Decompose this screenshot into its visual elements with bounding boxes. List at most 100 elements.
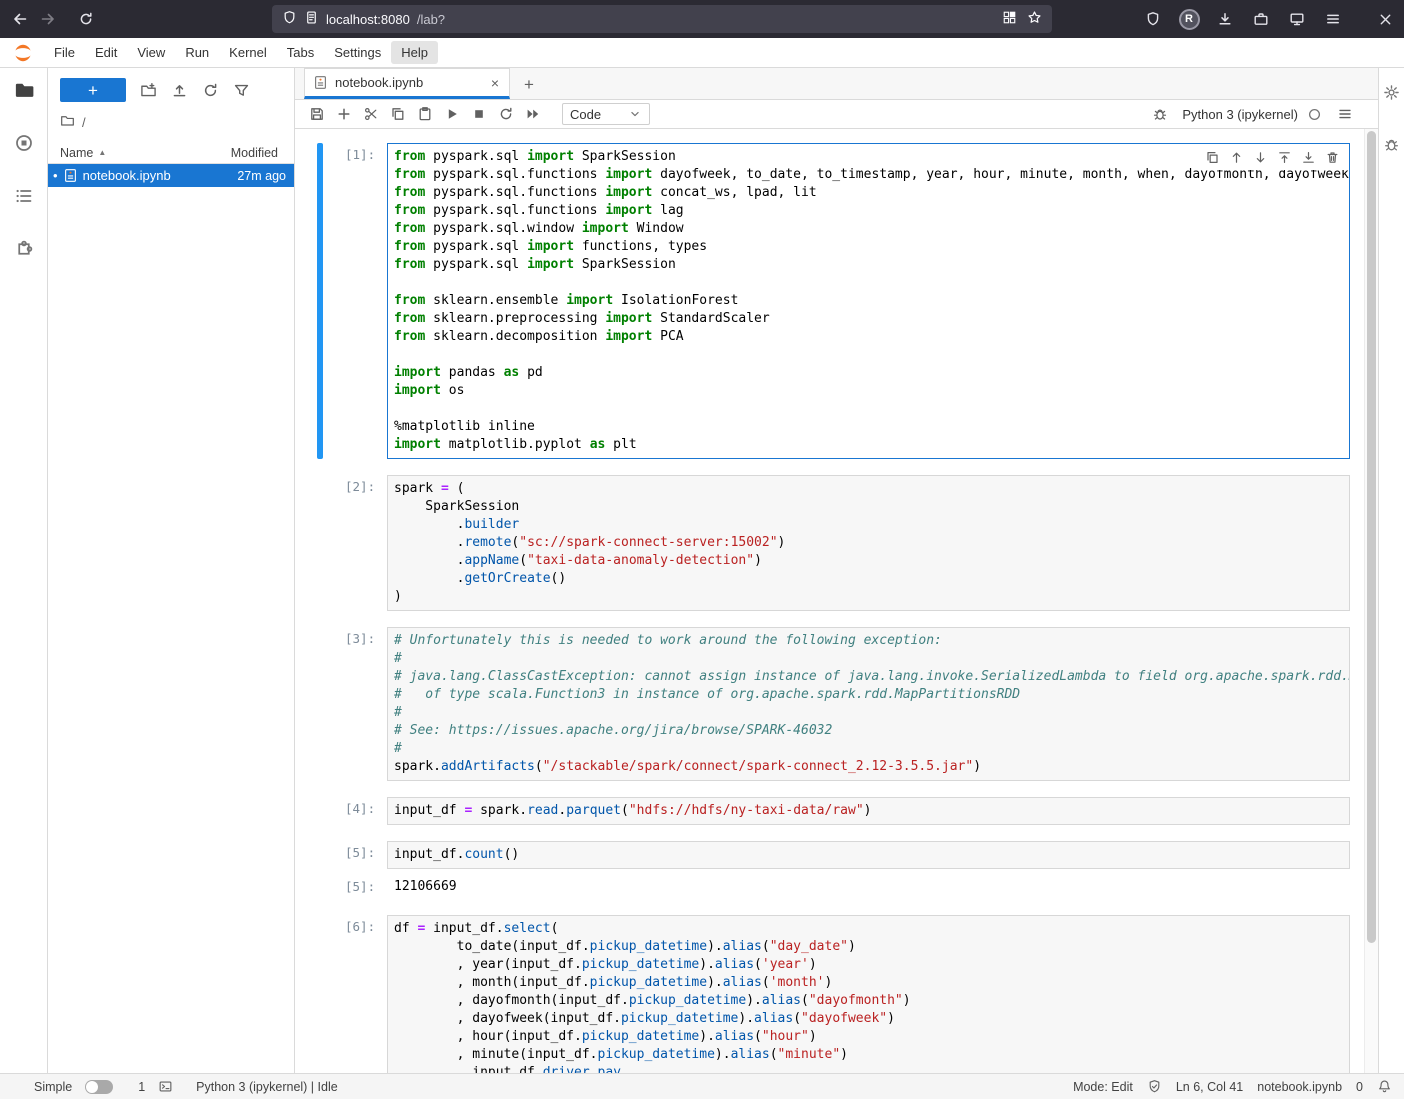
menu-file[interactable]: File — [44, 41, 85, 64]
app-menu-icon[interactable] — [1319, 5, 1347, 33]
new-folder-icon[interactable] — [139, 81, 157, 99]
bell-icon[interactable] — [1377, 1079, 1392, 1094]
menu-settings[interactable]: Settings — [324, 41, 391, 64]
stop-kernel-icon[interactable] — [465, 102, 492, 126]
url-bar[interactable]: localhost:8080/lab? — [272, 5, 1052, 33]
notebook-scrollbar[interactable] — [1364, 129, 1378, 1073]
forward-icon[interactable] — [34, 5, 62, 33]
duplicate-cell-icon[interactable] — [1202, 147, 1223, 168]
running-sessions-icon[interactable] — [10, 129, 38, 157]
new-tab-icon[interactable]: + — [514, 71, 544, 99]
scrollbar-thumb[interactable] — [1367, 131, 1376, 943]
left-sidebar — [0, 68, 48, 1073]
insert-cell-icon[interactable] — [330, 102, 357, 126]
tab-label: notebook.ipynb — [335, 75, 482, 90]
move-cell-down-icon[interactable] — [1250, 147, 1271, 168]
column-header-name[interactable]: Name — [60, 146, 93, 160]
restart-kernel-icon[interactable] — [492, 102, 519, 126]
tracking-shield-icon[interactable] — [282, 10, 297, 28]
cell-input-prompt: [5]: — [323, 841, 387, 869]
notification-count[interactable]: 0 — [1356, 1080, 1363, 1094]
menu-kernel[interactable]: Kernel — [219, 41, 277, 64]
cell-input-prompt: [2]: — [323, 475, 387, 611]
right-sidebar — [1378, 68, 1404, 1073]
menu-view[interactable]: View — [127, 41, 175, 64]
file-row-notebook[interactable]: • notebook.ipynb 27m ago — [48, 164, 294, 187]
menu-run[interactable]: Run — [175, 41, 219, 64]
simple-mode-toggle[interactable] — [85, 1080, 113, 1094]
toolbar-menu-icon[interactable] — [1331, 102, 1358, 126]
toggle-knob — [86, 1081, 98, 1093]
cell-editor[interactable]: from pyspark.sql import SparkSessionfrom… — [387, 143, 1350, 459]
file-browser-folder-icon[interactable] — [10, 76, 38, 104]
notebook-cell[interactable]: [5]:input_df.count() — [295, 841, 1378, 869]
column-header-modified[interactable]: Modified — [231, 146, 278, 160]
kernel-count[interactable]: 1 — [138, 1080, 145, 1094]
cell-editor[interactable]: # Unfortunately this is needed to work a… — [387, 627, 1350, 781]
restart-run-all-icon[interactable] — [519, 102, 546, 126]
run-cell-icon[interactable] — [438, 102, 465, 126]
simple-mode-label: Simple — [34, 1080, 72, 1094]
tab-close-icon[interactable]: × — [489, 75, 501, 91]
menu-edit[interactable]: Edit — [85, 41, 127, 64]
table-of-contents-icon[interactable] — [10, 182, 38, 210]
trust-shield-icon — [1147, 1079, 1162, 1094]
browser-chrome: localhost:8080/lab? R — [0, 0, 1404, 38]
tab-notebook[interactable]: notebook.ipynb × — [304, 68, 510, 99]
back-icon[interactable] — [6, 5, 34, 33]
notebook-file-icon — [313, 75, 328, 90]
filter-icon[interactable] — [232, 81, 250, 99]
extensions-puzzle-icon[interactable] — [10, 235, 38, 263]
notebook-cell[interactable]: [1]:from pyspark.sql import SparkSession… — [295, 143, 1378, 459]
menu-help[interactable]: Help — [391, 41, 438, 64]
notebook-cell[interactable]: [4]:input_df = spark.read.parquet("hdfs:… — [295, 797, 1378, 825]
statusbar: Simple 1 Python 3 (ipykernel) | Idle Mod… — [0, 1073, 1404, 1099]
copy-cell-icon[interactable] — [384, 102, 411, 126]
statusbar-filename: notebook.ipynb — [1257, 1080, 1342, 1094]
delete-cell-icon[interactable] — [1322, 147, 1343, 168]
save-icon[interactable] — [303, 102, 330, 126]
kernel-idle-circle-icon — [1307, 107, 1322, 122]
account-avatar[interactable]: R — [1175, 5, 1203, 33]
jupyter-logo-icon — [10, 40, 36, 66]
cell-editor[interactable]: spark = ( SparkSession .builder .remote(… — [387, 475, 1350, 611]
menu-tabs[interactable]: Tabs — [277, 41, 324, 64]
downloads-icon[interactable] — [1211, 5, 1239, 33]
mode-indicator: Mode: Edit — [1073, 1080, 1133, 1094]
new-launcher-button[interactable]: + — [60, 78, 126, 102]
reload-icon[interactable] — [72, 5, 100, 33]
upload-icon[interactable] — [170, 81, 188, 99]
insert-cell-below-icon[interactable] — [1298, 147, 1319, 168]
cell-editor[interactable]: input_df.count() — [387, 841, 1350, 869]
cell-output: [5]:12106669 — [295, 875, 1378, 899]
containers-grid-icon[interactable] — [1002, 10, 1017, 28]
kernel-name[interactable]: Python 3 (ipykernel) — [1182, 107, 1298, 122]
cell-editor[interactable]: input_df = spark.read.parquet("hdfs://hd… — [387, 797, 1350, 825]
devices-icon[interactable] — [1283, 5, 1311, 33]
cursor-position[interactable]: Ln 6, Col 41 — [1176, 1080, 1243, 1094]
privacy-shield-icon[interactable] — [1139, 5, 1167, 33]
notebook-cell[interactable]: [2]:spark = ( SparkSession .builder .rem… — [295, 475, 1378, 611]
property-inspector-gear-icon[interactable] — [1380, 80, 1404, 104]
refresh-icon[interactable] — [201, 81, 219, 99]
paste-cell-icon[interactable] — [411, 102, 438, 126]
cell-editor[interactable]: df = input_df.select( to_date(input_df.p… — [387, 915, 1350, 1073]
close-window-icon[interactable] — [1371, 5, 1399, 33]
notebook-cell[interactable]: [6]:df = input_df.select( to_date(input_… — [295, 915, 1378, 1073]
notebook-cell[interactable]: [3]:# Unfortunately this is needed to wo… — [295, 627, 1378, 781]
move-cell-up-icon[interactable] — [1226, 147, 1247, 168]
cut-cell-icon[interactable] — [357, 102, 384, 126]
debugger-bug-icon[interactable] — [1146, 102, 1173, 126]
bookmark-star-icon[interactable] — [1027, 10, 1042, 28]
debugger-sidebar-bug-icon[interactable] — [1380, 132, 1404, 156]
toolbox-icon[interactable] — [1247, 5, 1275, 33]
notebook-file-icon — [63, 168, 78, 183]
notebook-toolbar: Code Python 3 (ipykernel) — [295, 100, 1378, 129]
cell-type-select[interactable]: Code — [562, 103, 650, 125]
page-info-icon[interactable] — [304, 10, 319, 28]
terminals-kernels-icon[interactable] — [158, 1079, 173, 1094]
notebook-panel[interactable]: [1]:from pyspark.sql import SparkSession… — [295, 129, 1378, 1073]
kernel-status-text[interactable]: Python 3 (ipykernel) | Idle — [196, 1080, 338, 1094]
home-folder-icon[interactable] — [60, 113, 75, 131]
insert-cell-above-icon[interactable] — [1274, 147, 1295, 168]
